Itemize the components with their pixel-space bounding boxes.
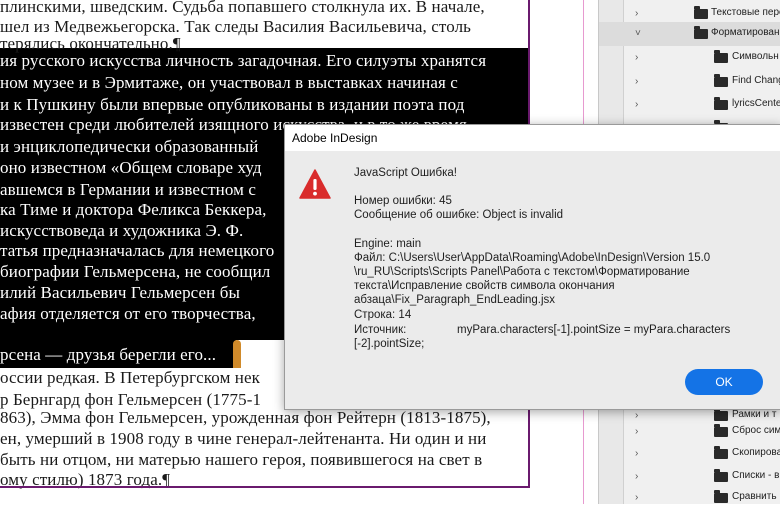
engine-line: Engine: main bbox=[354, 238, 422, 250]
text-line-selected: ия русского искусства личность загадочна… bbox=[0, 51, 487, 70]
dialog-titlebar[interactable]: Adobe InDesign bbox=[285, 125, 780, 151]
chevron-right-icon[interactable]: › bbox=[635, 492, 638, 503]
script-folder-label: Рамки и т bbox=[732, 409, 777, 420]
ok-button[interactable]: OK bbox=[685, 369, 763, 395]
script-folder-item[interactable]: › Сброс сим bbox=[599, 420, 780, 444]
text-line-selected: рсена — друзья берегли его... bbox=[0, 345, 217, 364]
text-cursor-marker bbox=[233, 340, 241, 368]
text-line-selected: авшемся в Германии и известном с bbox=[0, 180, 256, 199]
source-value: myPara.characters[-1].pointSize = myPara… bbox=[457, 324, 731, 336]
script-folder-label: lyricsCente bbox=[732, 98, 780, 109]
error-icon bbox=[299, 169, 331, 199]
text-line-selected: искусствоведа и художника Э. Ф. bbox=[0, 221, 244, 240]
chevron-right-icon[interactable]: › bbox=[635, 76, 638, 87]
text-line: быть ни отцом, ни матерью нашего героя, … bbox=[0, 450, 483, 469]
folder-icon bbox=[694, 6, 708, 19]
script-folder-item[interactable]: › lyricsCente bbox=[599, 93, 780, 117]
file-path-line: текста\Исправление свойств символа оконч… bbox=[354, 280, 615, 292]
folder-icon bbox=[714, 490, 728, 503]
text-line: 863), Эмма фон Гельмерсен, урожденная фо… bbox=[0, 408, 491, 427]
source-label: Источник: bbox=[354, 324, 407, 336]
text-line: ен, умерший в 1908 году в чине генерал-л… bbox=[0, 429, 487, 448]
error-number: Номер ошибки: 45 bbox=[354, 195, 452, 207]
script-folder-label: Текстовые перем bbox=[711, 7, 780, 18]
script-folder-label: Скопирова bbox=[732, 447, 780, 458]
folder-icon bbox=[694, 26, 708, 39]
text-line-selected: ка Тиме и доктора Феликса Беккера, bbox=[0, 200, 267, 219]
script-folder-label: Символьн bbox=[732, 51, 779, 62]
file-path-line: абзаца\Fix_Paragraph_EndLeading.jsx bbox=[354, 294, 556, 306]
file-path-line: Файл: C:\Users\User\AppData\Roaming\Adob… bbox=[354, 252, 711, 264]
chevron-down-icon[interactable]: ˅ bbox=[635, 28, 641, 39]
page-bottom-border bbox=[0, 486, 530, 488]
script-folder-item[interactable]: ˅ Форматирование bbox=[599, 22, 780, 46]
text-line-selected: и к Пушкину были впервые опубликованы в … bbox=[0, 95, 465, 114]
folder-icon bbox=[714, 446, 728, 459]
source-value-continued: [-2].pointSize; bbox=[354, 338, 425, 350]
folder-icon bbox=[714, 50, 728, 63]
text-line-selected: биографии Гельмерсена, не сообщил bbox=[0, 262, 271, 281]
text-line: оссии редкая. В Петербургском нек bbox=[0, 368, 260, 387]
folder-icon bbox=[714, 74, 728, 87]
chevron-right-icon[interactable]: › bbox=[635, 8, 638, 19]
error-dialog[interactable]: Adobe InDesign JavaScript Ошибка! Номер … bbox=[284, 124, 780, 410]
chevron-right-icon[interactable]: › bbox=[635, 52, 638, 63]
script-folder-label: Сброс сим bbox=[732, 425, 780, 436]
chevron-right-icon[interactable]: › bbox=[635, 426, 638, 437]
error-message: Сообщение об ошибке: Object is invalid bbox=[354, 209, 564, 221]
text-line-selected: оно известном «Общем словаре худ bbox=[0, 158, 262, 177]
text-line-selected: татья предназначалась для немецкого bbox=[0, 241, 275, 260]
folder-icon bbox=[714, 424, 728, 437]
script-folder-label: Find Chang bbox=[732, 75, 780, 86]
chevron-right-icon[interactable]: › bbox=[635, 99, 638, 110]
text-line-selected: и энциклопедически образованный bbox=[0, 137, 259, 156]
script-folder-item[interactable]: › Сравнить bbox=[599, 486, 780, 510]
script-folder-label: Форматирование bbox=[711, 27, 780, 38]
script-folder-item[interactable]: › Символьн bbox=[599, 46, 780, 70]
text-line-selected: афия отделяется от его творчества, bbox=[0, 304, 256, 323]
line-number: Строка: 14 bbox=[354, 309, 412, 321]
folder-icon bbox=[714, 469, 728, 482]
script-folder-label: Списки - в bbox=[732, 470, 780, 481]
chevron-right-icon[interactable]: › bbox=[635, 448, 638, 459]
text-line-selected: ном музее и в Эрмитаже, он участвовал в … bbox=[0, 73, 458, 92]
script-folder-item[interactable]: › Скопирова bbox=[599, 442, 780, 466]
chevron-right-icon[interactable]: › bbox=[635, 471, 638, 482]
dialog-title: Adobe InDesign bbox=[292, 131, 378, 145]
error-heading: JavaScript Ошибка! bbox=[354, 167, 457, 179]
script-folder-label: Сравнить bbox=[732, 491, 777, 502]
folder-icon bbox=[714, 97, 728, 110]
script-folder-item[interactable]: › Find Chang bbox=[599, 70, 780, 94]
file-path-line: \ru_RU\Scripts\Scripts Panel\Работа с те… bbox=[354, 266, 690, 278]
text-line-selected: илий Васильевич Гельмерсен бы bbox=[0, 283, 240, 302]
